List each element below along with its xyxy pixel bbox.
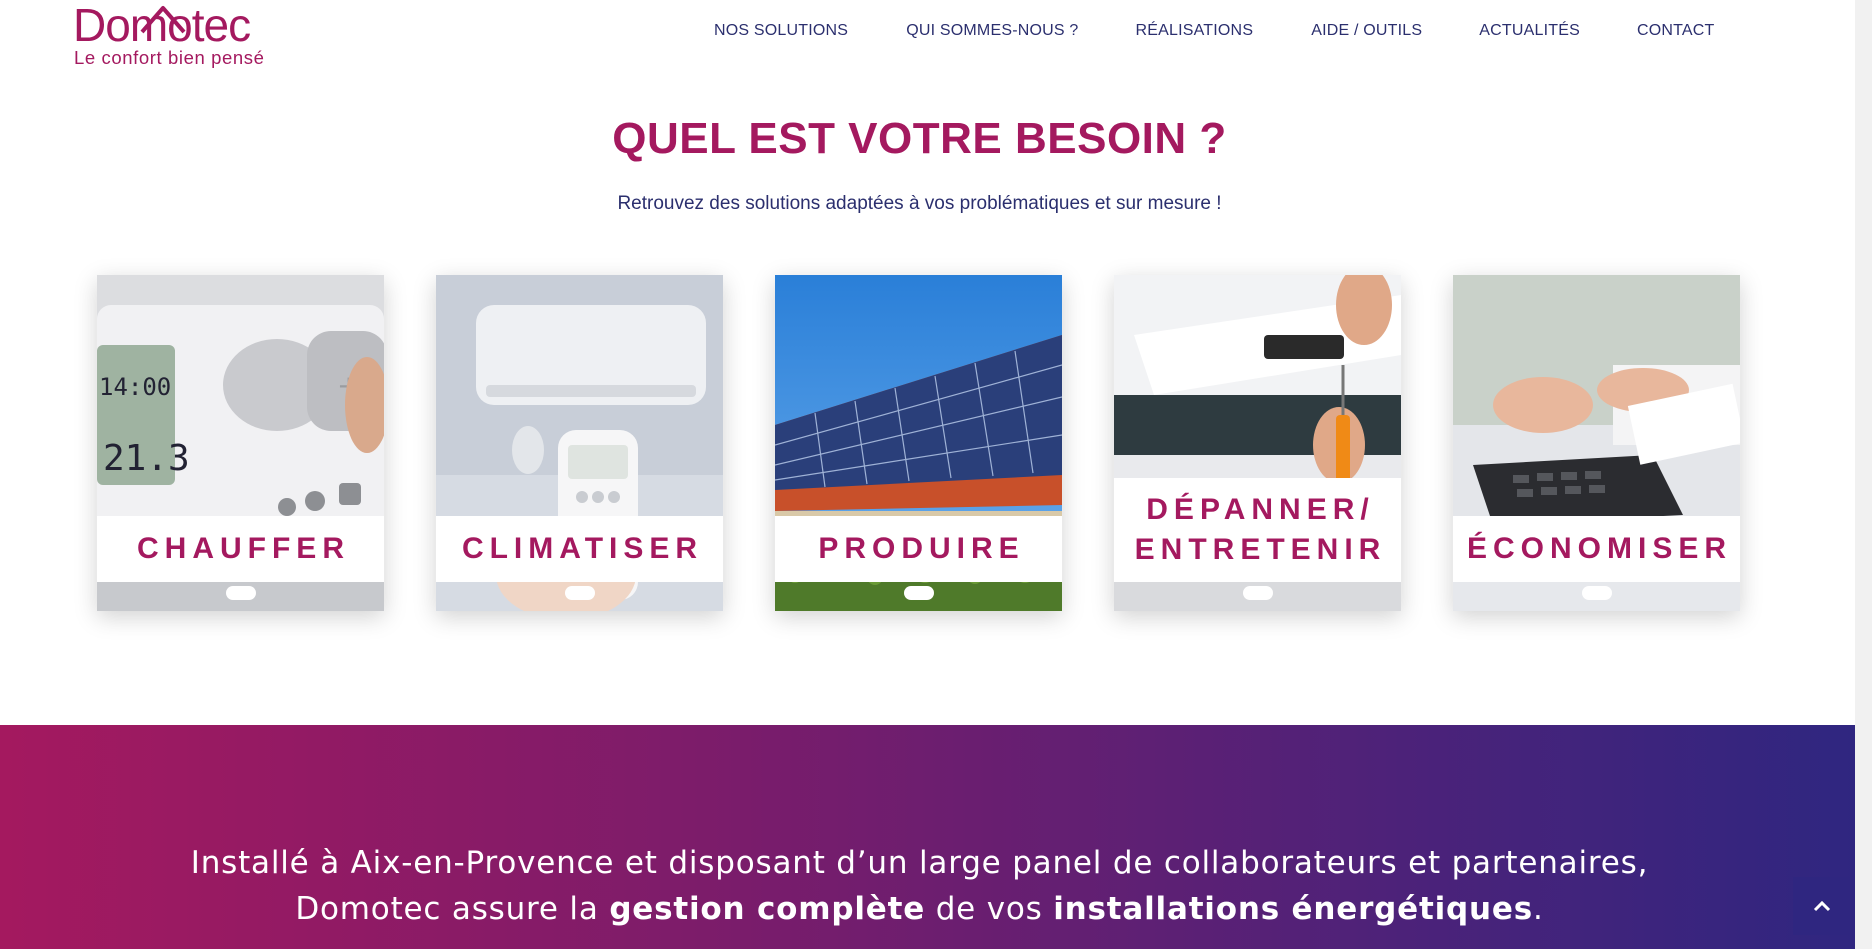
- main-nav: NOS SOLUTIONS QUI SOMMES-NOUS ? RÉALISAT…: [714, 22, 1715, 40]
- card-label-box: DÉPANNER/ENTRETENIR: [1114, 478, 1401, 582]
- card-label-economiser: ÉCONOMISER: [1466, 532, 1733, 565]
- card-indicator: [226, 586, 256, 600]
- card-chauffer[interactable]: 14:00 21.3 + CHAUFFER: [97, 275, 384, 611]
- banner-line-2-mid: de vos: [925, 891, 1054, 927]
- nav-actualites[interactable]: ACTUALITÉS: [1479, 22, 1580, 40]
- card-label-line1: DÉPANNER/: [1146, 493, 1375, 526]
- brand-logo[interactable]: Domotec Le confort bien pensé: [73, 2, 283, 74]
- card-label-box: ÉCONOMISER: [1453, 516, 1740, 582]
- nav-aide-outils[interactable]: AIDE / OUTILS: [1311, 22, 1422, 40]
- card-label-line2: ENTRETENIR: [1134, 533, 1387, 566]
- card-label-box: CLIMATISER: [436, 516, 723, 582]
- banner-highlight-2: installations énergétiques: [1053, 891, 1533, 927]
- section-title: QUEL EST VOTRE BESOIN ?: [612, 114, 1227, 163]
- banner-line-1: Installé à Aix-en-Provence et disposant …: [190, 845, 1649, 881]
- card-depanner-entretenir[interactable]: DÉPANNER/ENTRETENIR: [1114, 275, 1401, 611]
- banner-text: Installé à Aix-en-Provence et disposant …: [0, 840, 1839, 932]
- card-produire[interactable]: PRODUIRE: [775, 275, 1062, 611]
- banner-line-2: Domotec assure la gestion complète de vo…: [0, 886, 1839, 932]
- nav-nos-solutions[interactable]: NOS SOLUTIONS: [714, 22, 848, 40]
- card-indicator: [1582, 586, 1612, 600]
- intro-banner: Installé à Aix-en-Provence et disposant …: [0, 725, 1855, 949]
- site-header: Domotec Le confort bien pensé NOS SOLUTI…: [0, 0, 1855, 80]
- svg-text:14:00: 14:00: [99, 373, 171, 401]
- banner-highlight-1: gestion complète: [609, 891, 926, 927]
- section-subtitle: Retrouvez des solutions adaptées à vos p…: [617, 193, 1222, 214]
- banner-line-2-pre: Domotec assure la: [295, 891, 610, 927]
- card-label-produire: PRODUIRE: [818, 532, 1025, 565]
- banner-line-2-post: .: [1532, 891, 1544, 927]
- svg-text:21.3: 21.3: [103, 438, 190, 479]
- nav-qui-sommes-nous[interactable]: QUI SOMMES-NOUS ?: [906, 22, 1078, 40]
- card-label-climatiser: CLIMATISER: [461, 532, 704, 565]
- chevron-up-icon: [1813, 900, 1831, 912]
- card-climatiser[interactable]: CLIMATISER: [436, 275, 723, 611]
- card-economiser[interactable]: ÉCONOMISER: [1453, 275, 1740, 611]
- card-label-box: PRODUIRE: [775, 516, 1062, 582]
- house-roof-icon: [140, 6, 186, 34]
- nav-contact[interactable]: CONTACT: [1637, 22, 1715, 40]
- card-indicator: [904, 586, 934, 600]
- brand-tagline: Le confort bien pensé: [74, 47, 265, 68]
- card-label-depanner-entretenir: DÉPANNER/ENTRETENIR: [1129, 490, 1387, 570]
- card-indicator: [1243, 586, 1273, 600]
- card-indicator: [565, 586, 595, 600]
- card-label-chauffer: CHAUFFER: [137, 532, 350, 565]
- page-scrollbar[interactable]: [1855, 0, 1872, 949]
- card-label-box: CHAUFFER: [97, 516, 384, 582]
- scroll-to-top-button[interactable]: [1793, 877, 1851, 935]
- nav-realisations[interactable]: RÉALISATIONS: [1136, 22, 1254, 40]
